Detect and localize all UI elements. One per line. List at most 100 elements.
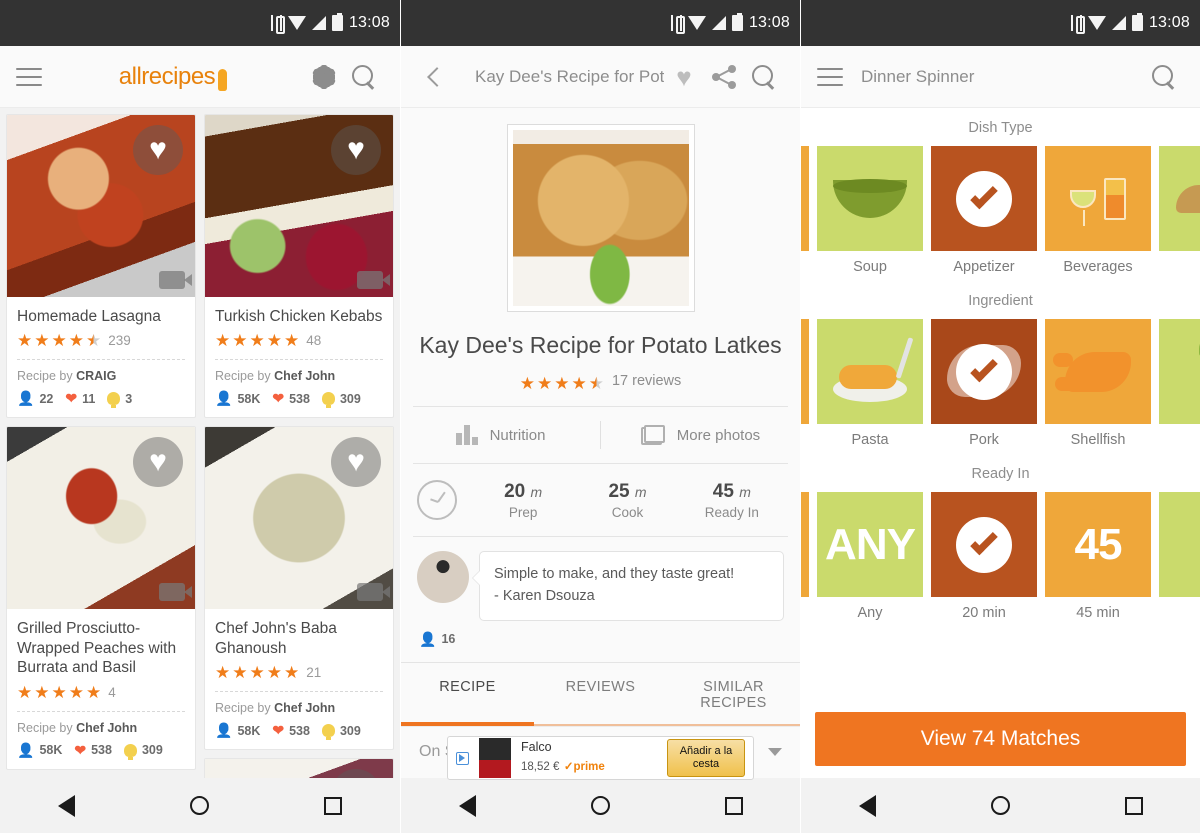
- search-button[interactable]: [1144, 57, 1184, 97]
- followers-stat: 👤 22: [17, 390, 54, 407]
- nutrition-label: Nutrition: [489, 426, 546, 444]
- share-button[interactable]: [704, 57, 744, 97]
- ready-label: Ready In: [704, 504, 759, 520]
- ad-choices-icon[interactable]: [456, 751, 469, 765]
- tab-reviews[interactable]: REVIEWS: [534, 663, 667, 726]
- prep-label: Prep: [508, 504, 538, 520]
- nutrition-button[interactable]: Nutrition: [401, 425, 600, 445]
- add-to-cart-button[interactable]: Añadir a la cesta: [667, 738, 745, 778]
- tile-carousel[interactable]: oker ANY Any 20 min: [801, 492, 1200, 621]
- tile-tomatoes[interactable]: es: [801, 319, 809, 448]
- tab-similar-recipes[interactable]: SIMILAR RECIPES: [667, 663, 800, 726]
- recipe-hero-image[interactable]: [512, 130, 689, 306]
- view-matches-button[interactable]: View 74 Matches: [815, 712, 1186, 766]
- recipe-image[interactable]: ♥: [7, 115, 195, 297]
- recipe-card[interactable]: ♥ Grilled Prosciutto-Wrapped Peaches wit…: [6, 426, 196, 770]
- video-badge-icon: [357, 583, 390, 602]
- nav-home-button[interactable]: [590, 796, 610, 815]
- reviews-count-label[interactable]: 17 reviews: [612, 373, 681, 389]
- prep-value: 20: [504, 480, 526, 502]
- reviewer-avatar[interactable]: [417, 551, 469, 603]
- followers-icon: 👤: [17, 741, 35, 758]
- reviewer-followers: 👤 16: [401, 631, 800, 662]
- featured-review[interactable]: Simple to make, and they taste great! - …: [401, 537, 800, 631]
- tile-slow-cooker[interactable]: oker: [801, 492, 809, 621]
- screen-feed: 13:08 allrecipes ♥ Homemade Lasagna ★ ★ …: [0, 0, 400, 833]
- feed-column-left: ♥ Homemade Lasagna ★ ★ ★ ★ ★ 239 Recipe …: [6, 114, 196, 778]
- author-prefix: Recipe by: [17, 720, 73, 735]
- tile-2hr[interactable]: 2 2: [1159, 492, 1200, 621]
- recipe-image[interactable]: ♥: [205, 759, 393, 778]
- tile-vegetables[interactable]: Ve: [1159, 319, 1200, 448]
- more-photos-button[interactable]: More photos: [601, 425, 800, 445]
- nav-recents-button[interactable]: [324, 796, 343, 815]
- vibrate-icon: [670, 15, 685, 34]
- recipe-card[interactable]: ♥ Homemade Lasagna ★ ★ ★ ★ ★ 239 Recipe …: [6, 114, 196, 419]
- nav-recents-button[interactable]: [1124, 796, 1143, 815]
- recipe-image[interactable]: ♥: [205, 115, 393, 297]
- recipe-image[interactable]: ♥: [7, 427, 195, 610]
- recipe-detail-body[interactable]: Kay Dee's Recipe for Potato Latkes ★ ★ ★ ★ ★…: [401, 108, 800, 778]
- nav-back-button[interactable]: [458, 794, 476, 817]
- signal-icon: [311, 16, 326, 30]
- nav-recents-button[interactable]: [724, 796, 743, 815]
- madeit-stat: 3: [107, 392, 132, 409]
- favorite-button[interactable]: ♥: [133, 437, 183, 488]
- review-count: 4: [108, 684, 116, 700]
- nav-home-button[interactable]: [990, 796, 1010, 815]
- tile-carousel[interactable]: es Pasta: [801, 319, 1200, 448]
- rating-stars: ★ ★ ★ ★ ★ 4: [17, 682, 116, 702]
- author-name: Chef John: [274, 701, 336, 716]
- chevron-down-icon[interactable]: [768, 748, 782, 757]
- settings-button[interactable]: [304, 57, 344, 97]
- followers-stat: 👤 58K: [215, 722, 261, 739]
- favorite-button[interactable]: ♥: [133, 125, 183, 175]
- rating-stars: ★ ★ ★ ★ ★ 239: [17, 331, 131, 351]
- hamburger-icon[interactable]: [16, 67, 42, 86]
- bulb-icon: [321, 392, 335, 409]
- favorite-button[interactable]: ♥: [331, 437, 381, 488]
- app-bar-spinner: Dinner Spinner: [801, 46, 1200, 108]
- prime-badge: ✓prime: [563, 760, 605, 773]
- tab-recipe[interactable]: RECIPE: [401, 663, 534, 726]
- tile-art: [931, 146, 1037, 251]
- nav-back-button[interactable]: [57, 794, 75, 817]
- tile-salad[interactable]: d: [801, 146, 809, 275]
- ready-unit: m: [739, 483, 751, 500]
- recipe-card-partial[interactable]: ♥: [204, 758, 394, 778]
- tile-soup[interactable]: Soup: [817, 146, 923, 275]
- tile-big-text: ANY: [825, 519, 916, 569]
- logo-text: allrecipes: [118, 62, 216, 90]
- status-bar-2: 13:08: [401, 0, 800, 46]
- tile-pork[interactable]: Pork: [931, 319, 1037, 448]
- app-bar-detail: Kay Dee's Recipe for Pot... ♥: [401, 46, 800, 108]
- drink-glass-icon: [1104, 177, 1126, 220]
- tile-pasta[interactable]: Pasta: [817, 319, 923, 448]
- recipe-feed[interactable]: ♥ Homemade Lasagna ★ ★ ★ ★ ★ 239 Recipe …: [0, 108, 400, 778]
- recipe-image[interactable]: ♥: [205, 427, 393, 610]
- back-button[interactable]: [417, 57, 457, 97]
- advertisement-banner[interactable]: Falco 18,52 € ✓prime Añadir a la cesta: [447, 736, 754, 780]
- tile-appetizer[interactable]: Appetizer: [931, 146, 1037, 275]
- nav-back-button[interactable]: [858, 794, 876, 817]
- tile-20min[interactable]: 20 min: [931, 492, 1037, 621]
- tile-any[interactable]: ANY Any: [817, 492, 923, 621]
- favorite-button[interactable]: ♥: [331, 125, 381, 175]
- tile-shellfish[interactable]: Shellfish: [1045, 319, 1151, 448]
- tile-label: Any: [857, 605, 883, 621]
- tile-45min[interactable]: 45 45 min: [1045, 492, 1151, 621]
- battery-icon: [731, 13, 743, 31]
- favorite-button[interactable]: ♥: [664, 57, 704, 97]
- tile-carousel[interactable]: d Soup Appetizer: [801, 146, 1200, 275]
- recipe-card[interactable]: ♥ Turkish Chicken Kebabs ★ ★ ★ ★ ★ 48 Re…: [204, 114, 394, 419]
- search-button[interactable]: [344, 57, 384, 97]
- favorite-button[interactable]: ♥: [331, 769, 381, 778]
- nav-home-button[interactable]: [189, 796, 209, 815]
- recipe-card[interactable]: ♥ Chef John's Baba Ghanoush ★★★★★ 21: [204, 426, 394, 751]
- hamburger-icon[interactable]: [817, 67, 843, 86]
- spinner-filters[interactable]: Dish Type d Soup: [801, 108, 1200, 778]
- tile-beverages[interactable]: Beverages: [1045, 146, 1151, 275]
- search-button[interactable]: [744, 57, 784, 97]
- heart-stat-icon: ❤: [272, 722, 285, 739]
- tile-bread[interactable]: B: [1159, 146, 1200, 275]
